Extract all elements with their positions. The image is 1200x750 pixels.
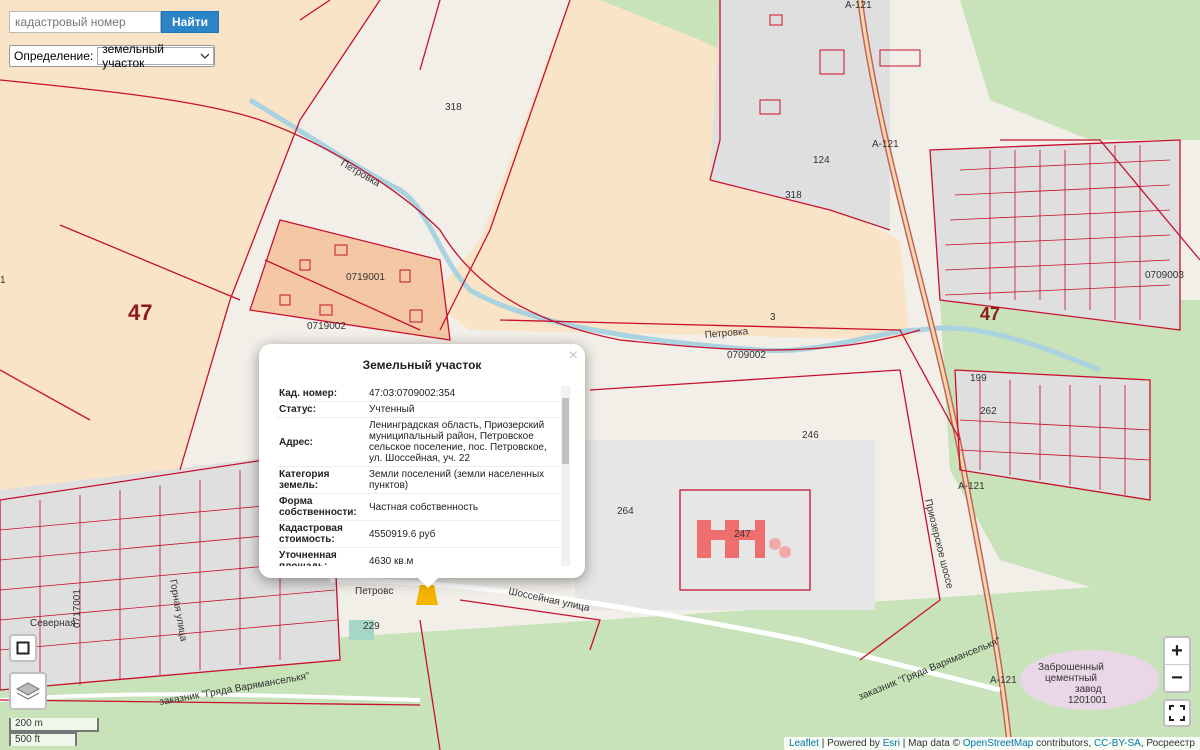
fullscreen-button[interactable] (1163, 699, 1191, 727)
square-icon (16, 641, 30, 655)
parcel-info-popup: × Земельный участок Кад. номер: 47:03:070… (259, 344, 585, 588)
label-1201001: 1201001 (1068, 695, 1107, 706)
road-label-a121-top: А-121 (845, 0, 872, 11)
search-box: Найти (9, 11, 219, 33)
definition-select-value: земельный участок (102, 42, 164, 70)
residential-east (930, 140, 1180, 330)
label-0709002: 0709002 (727, 350, 766, 361)
label-262: 262 (980, 406, 997, 417)
attr-key: Форма собственности: (277, 493, 367, 521)
attr-key: Кадастровая стоимость: (277, 520, 367, 548)
table-row: Форма собственности: Частная собственност… (277, 493, 560, 521)
popup-close-button[interactable]: × (569, 347, 578, 365)
road-label-a121-low: А-121 (958, 481, 985, 492)
label-318-right: 318 (785, 190, 802, 201)
attr-value: Земли поселений (земли населенных пункто… (367, 466, 560, 494)
label-264: 264 (617, 506, 634, 517)
street-label-severnaya: Северная (30, 618, 76, 629)
scrollbar-thumb[interactable] (562, 398, 569, 464)
attr-value: Учтенный (367, 401, 560, 418)
quarter-label-47-left: 47 (128, 300, 152, 325)
attribution-text: contributors, (1033, 738, 1094, 749)
table-row: Кад. номер: 47:03:0709002:354 (277, 386, 560, 402)
layers-button[interactable] (9, 672, 47, 710)
label-247: 247 (734, 529, 751, 540)
factory-tank-2 (779, 546, 791, 558)
attr-key: Кад. номер: (277, 386, 367, 402)
attr-value: Частная собственность (367, 493, 560, 521)
scale-imperial: 500 ft (9, 732, 77, 746)
label-0719002: 0719002 (307, 321, 346, 332)
label-0719001: 0719001 (346, 272, 385, 283)
attribution-text: | Map data © (899, 738, 963, 749)
factory-tank-1 (769, 538, 781, 550)
zoom-control: + − (1163, 636, 1191, 693)
table-row: Уточненная площадь:4630 кв.м (277, 547, 560, 566)
draw-rectangle-button[interactable] (9, 634, 37, 662)
zoom-out-button[interactable]: − (1165, 665, 1189, 691)
definition-select[interactable]: земельный участок (97, 42, 214, 70)
popup-title: Земельный участок (362, 358, 482, 372)
popup-tip (418, 578, 438, 588)
attribution-text: | Powered by (818, 738, 883, 749)
label-1: 1 (0, 275, 6, 286)
popup-content[interactable]: Кад. номер: 47:03:0709002:354 Статус: Учте… (277, 386, 573, 566)
search-button[interactable]: Найти (161, 11, 219, 33)
popup-scrollbar[interactable] (561, 386, 570, 566)
map-attribution: Leaflet | Powered by Esri | Map data © O… (783, 737, 1200, 750)
cement-label-1: Заброшенный (1038, 661, 1104, 673)
chevron-down-icon (200, 53, 209, 59)
label-0709003: 0709003 (1145, 270, 1184, 281)
parcel-attributes-table: Кад. номер: 47:03:0709002:354 Статус: Учте… (277, 386, 560, 566)
scale-metric: 200 m (9, 718, 99, 732)
table-row: Статус: Учтенный (277, 401, 560, 418)
label-3: 3 (770, 312, 776, 323)
place-label-petrovskoe: Петровс (355, 586, 393, 597)
cement-label-2: цементный (1045, 673, 1097, 684)
road-label-a121-bottom: А-121 (990, 675, 1017, 686)
table-row: Категория земель: Земли поселений (земли … (277, 466, 560, 494)
attr-value: 47:03:0709002:354 (367, 386, 560, 402)
layers-icon (15, 682, 41, 700)
label-199: 199 (970, 373, 987, 384)
label-318-top: 318 (445, 102, 462, 113)
table-row: Кадастровая стоимость: 4550919.6 руб (277, 520, 560, 548)
label-229: 229 (363, 621, 380, 632)
quarter-label-47-right: 47 (980, 304, 1000, 324)
attr-key: Уточненная площадь: (277, 547, 367, 566)
attribution-text: , Росреестр (1140, 738, 1195, 749)
attr-key: Категория земель: (277, 466, 367, 494)
esri-link[interactable]: Esri (883, 738, 900, 749)
attr-key: Адрес: (277, 417, 367, 467)
cc-by-sa-link[interactable]: CC-BY-SA (1094, 738, 1141, 749)
road-label-a121-mid: А-121 (872, 139, 899, 150)
definition-label: Определение: (14, 49, 94, 63)
attr-value: 4550919.6 руб (367, 520, 560, 548)
label-124: 124 (813, 155, 830, 166)
table-row: Адрес: Ленинградская область, Приозерский… (277, 417, 560, 467)
attr-value: Ленинградская область, Приозерский муниц… (367, 417, 560, 467)
attr-key: Статус: (277, 401, 367, 418)
osm-link[interactable]: OpenStreetMap (963, 738, 1034, 749)
label-246: 246 (802, 430, 819, 441)
fullscreen-icon (1169, 705, 1185, 721)
zoom-in-button[interactable]: + (1165, 638, 1189, 665)
attr-value: 4630 кв.м (367, 547, 560, 566)
cadastral-search-input[interactable] (9, 11, 161, 33)
definition-panel: Определение: земельный участок (9, 42, 215, 70)
map-canvas[interactable]: 47 47 318 318 0719001 0719002 0709002 07… (0, 0, 1200, 750)
leaflet-link[interactable]: Leaflet (789, 738, 819, 749)
cement-label-3: завод (1075, 684, 1102, 695)
